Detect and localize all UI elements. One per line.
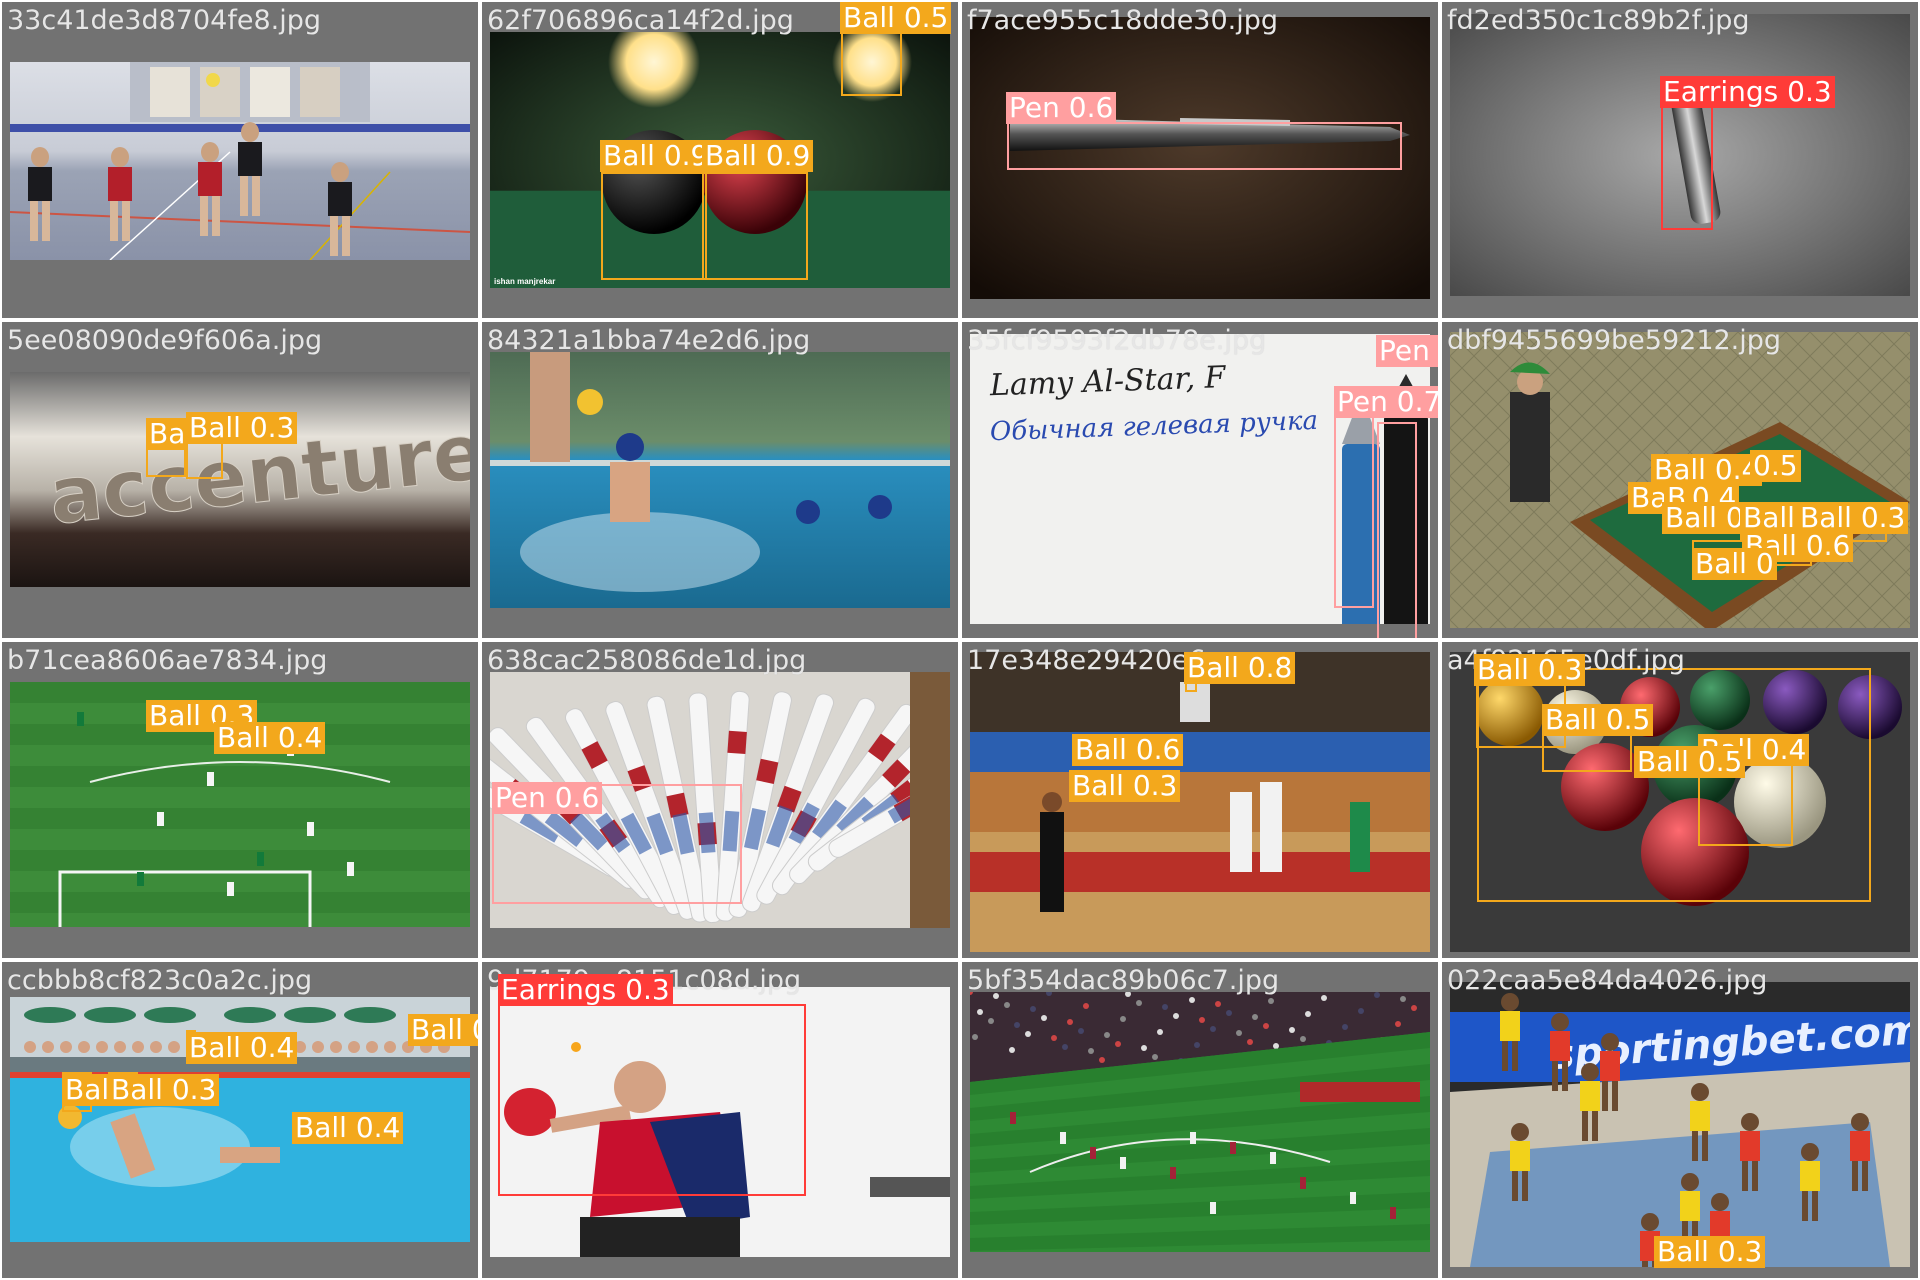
image-tile: 8 ishan manjrekar62f706896ca14f2d.jpgBal… <box>482 2 958 318</box>
image-tile: 638cac258086de1d.jpg Pen 0.6 <box>482 642 958 958</box>
detection-label: Ball 0.4 <box>292 1112 404 1144</box>
detection-box <box>1007 122 1402 170</box>
detection-label: Pen 0.6 <box>1376 335 1438 367</box>
image-tile: 9d7179...8151c08d.jpgEarrings 0.3 <box>482 962 958 1278</box>
image-tile: accenture 5ee08090de9f606a.jpg Ba Ball 0.3 <box>2 322 478 638</box>
detection-mosaic: 33c41de3d8704fe8.jpg 8 ishan manjrekar62… <box>0 0 1920 1280</box>
detection-label: Earrings 0.3 <box>1660 76 1835 108</box>
detection-label: Ball 0.5 <box>1634 746 1746 778</box>
detection-label: Ball 0.3 <box>1474 654 1586 686</box>
filename-label: 62f706896ca14f2d.jpg <box>487 5 794 36</box>
detection-label: Ball 0.9 <box>702 140 814 172</box>
filename-label: ccbbb8cf823c0a2c.jpg <box>7 965 313 996</box>
filename-label: 5ee08090de9f606a.jpg <box>7 325 323 356</box>
photo-water-polo <box>490 352 950 608</box>
image-tile: 5bf354dac89b06c7.jpg <box>962 962 1438 1278</box>
image-tile: dbf9455699be59212.jpg Ball 0.4 0.5 Ball 0.4… <box>1442 322 1918 638</box>
image-tile: 33c41de3d8704fe8.jpg <box>2 2 478 318</box>
filename-label: 638cac258086de1d.jpg <box>487 645 807 676</box>
filename-label: 35fcf9593f2db78e.jpg <box>967 325 1267 356</box>
filename-label: 022caa5e84da4026.jpg <box>1447 965 1768 996</box>
filename-label: 84321a1bba74e2d6.jpg <box>487 325 811 356</box>
photo-volleyball <box>10 62 470 260</box>
detection-box <box>601 172 707 280</box>
detection-label: Ball 0.4 <box>214 722 326 754</box>
detection-label: Ball 0.3 <box>1654 1236 1766 1268</box>
filename-label: dbf9455699be59212.jpg <box>1447 325 1782 356</box>
photo-soccer-stadium <box>970 992 1430 1252</box>
detection-label: Ball 0.8 <box>1184 652 1296 684</box>
filename-label: 33c41de3d8704fe8.jpg <box>7 5 321 36</box>
filename-label: 5bf354dac89b06c7.jpg <box>967 965 1280 996</box>
filename-label: b71cea8606ae7834.jpg <box>7 645 328 676</box>
detection-box <box>498 1004 806 1196</box>
filename-label: fd2ed350c1c89b2f.jpg <box>1447 5 1750 36</box>
detection-box <box>841 32 902 96</box>
detection-label: Ball 0.5 <box>1542 704 1654 736</box>
photo-credit: ishan manjrekar <box>494 277 556 286</box>
detection-label: Ball 0.3 <box>1069 770 1181 802</box>
detection-label: Ball 0.3 <box>108 1074 220 1106</box>
detection-label: Ball 0.9 <box>600 140 712 172</box>
image-tile: ccbbb8cf823c0a2c.jpg Ball 0.6 Ball 0.4 Ball… <box>2 962 478 1278</box>
image-tile: f7ace955c18dde30.jpg Pen 0.6 <box>962 2 1438 318</box>
detection-label: 0.5 <box>1750 450 1801 482</box>
detection-label: Ball 0.5 <box>840 2 952 34</box>
detection-label: Ball 0.3 <box>186 412 298 444</box>
image-tile: sportingbet.com 022caa5e84da4026.jpg Bal… <box>1442 962 1918 1278</box>
image-tile: b71cea8606ae7834.jpg Ball 0.3 Ball 0.4 <box>2 642 478 958</box>
image-tile: 84321a1bba74e2d6.jpg <box>482 322 958 638</box>
detection-box <box>702 172 808 280</box>
detection-label: Ball 0.4 <box>186 1032 298 1064</box>
detection-label: Pen 0.6 <box>1006 92 1117 124</box>
photo-basketball-arena <box>970 652 1430 952</box>
detection-box <box>1334 400 1374 608</box>
detection-label: Pen 0.7 <box>1334 386 1438 418</box>
image-tile: fd2ed350c1c89b2f.jpg Earrings 0.3 <box>1442 2 1918 318</box>
detection-label: Earrings 0.3 <box>498 974 673 1006</box>
photo-basketball-yellow: sportingbet.com <box>1450 982 1910 1267</box>
detection-label: Ball 0.6 <box>1072 734 1184 766</box>
detection-box <box>1477 668 1871 902</box>
detection-label: Ba <box>146 418 189 450</box>
image-tile: Lamy Al-Star, F Обычная гелевая ручка 35… <box>962 322 1438 638</box>
photo-accenture-pen: accenture <box>10 372 470 587</box>
filename-label: f7ace955c18dde30.jpg <box>967 5 1279 36</box>
detection-label: Ball 0 <box>1692 548 1777 580</box>
image-tile: 17e348e29420e6 Ball 0.8 Ball 0.6 Ball 0.3 <box>962 642 1438 958</box>
detection-box <box>1377 422 1417 638</box>
image-tile: a4f92165e0df.jpgBall 0.3Ball 0.5Ball 0.4… <box>1442 642 1918 958</box>
detection-label: Ball 0.6 <box>408 1014 478 1046</box>
filename-label: 17e348e29420e6 <box>967 645 1206 676</box>
detection-label: Pen 0.6 <box>492 782 603 814</box>
